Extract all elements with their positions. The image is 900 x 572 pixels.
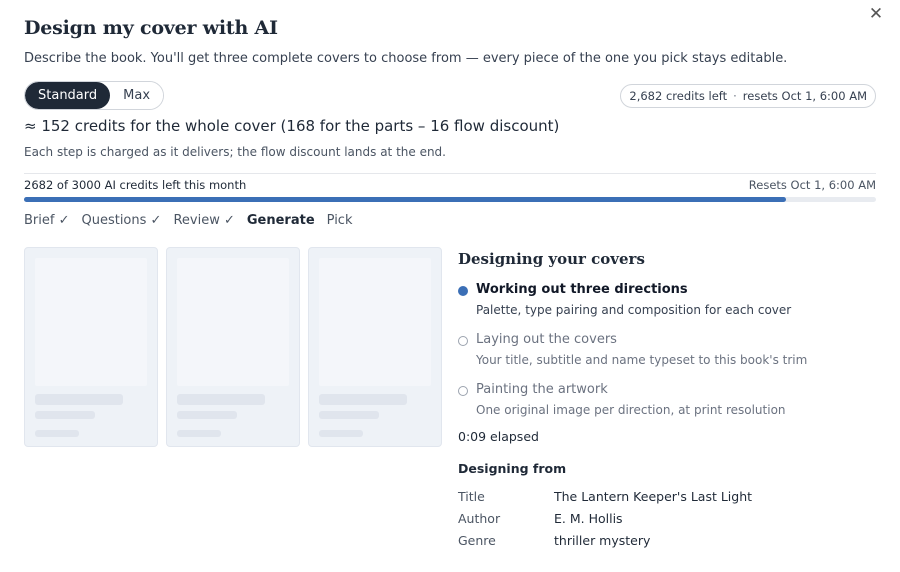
phase-title: Painting the artwork bbox=[476, 382, 608, 397]
design-cover-dialog: Design my cover with AI ✕ Describe the b… bbox=[0, 0, 900, 572]
cover-placeholder-3 bbox=[308, 247, 442, 447]
elapsed-time: 0:09 elapsed bbox=[458, 429, 539, 444]
detail-key: Title bbox=[458, 489, 485, 504]
skeleton-line bbox=[177, 411, 237, 419]
credit-estimate: ≈ 152 credits for the whole cover (168 f… bbox=[24, 117, 560, 135]
skeleton-line bbox=[35, 430, 79, 437]
step-generate: Generate bbox=[246, 213, 315, 228]
phase-description: Your title, subtitle and name typeset to… bbox=[476, 353, 808, 367]
detail-value: The Lantern Keeper's Last Light bbox=[554, 489, 753, 504]
active-dot-icon bbox=[458, 286, 468, 296]
skeleton-line bbox=[319, 430, 363, 437]
skeleton-line bbox=[177, 394, 265, 405]
cover-art-skeleton bbox=[319, 258, 431, 386]
progress-panel-title: Designing your covers bbox=[458, 250, 645, 268]
skeleton-line bbox=[35, 411, 95, 419]
designing-from-heading: Designing from bbox=[458, 461, 567, 476]
dialog-title: Design my cover with AI bbox=[24, 17, 278, 39]
cover-art-skeleton bbox=[35, 258, 147, 386]
credit-meter-fill bbox=[24, 197, 786, 202]
credit-estimate-note: Each step is charged as it delivers; the… bbox=[24, 145, 446, 159]
phase-title: Working out three directions bbox=[476, 282, 688, 297]
mode-max-button[interactable]: Max bbox=[110, 82, 164, 109]
divider bbox=[24, 173, 876, 174]
pending-dot-icon bbox=[458, 336, 468, 346]
skeleton-line bbox=[319, 394, 407, 405]
credits-separator: · bbox=[733, 89, 737, 103]
step-questions[interactable]: Questions ✓ bbox=[81, 213, 161, 228]
mode-toggle: Standard Max bbox=[24, 81, 165, 110]
credit-meter-resets: Resets Oct 1, 6:00 AM bbox=[748, 178, 876, 192]
mode-standard-button[interactable]: Standard bbox=[25, 82, 111, 109]
credits-resets-text: resets Oct 1, 6:00 AM bbox=[742, 89, 867, 103]
cover-placeholder-1 bbox=[24, 247, 158, 447]
cover-art-skeleton bbox=[177, 258, 289, 386]
credits-badge: 2,682 credits left · resets Oct 1, 6:00 AM bbox=[620, 84, 876, 108]
credits-left-text: 2,682 credits left bbox=[629, 89, 728, 103]
skeleton-line bbox=[35, 394, 123, 405]
wizard-steps: Brief ✓ Questions ✓ Review ✓ Generate Pi… bbox=[24, 213, 352, 228]
detail-key: Author bbox=[458, 511, 501, 526]
dialog-subtitle: Describe the book. You'll get three comp… bbox=[24, 51, 788, 66]
skeleton-line bbox=[319, 411, 379, 419]
detail-value: thriller mystery bbox=[554, 533, 651, 548]
detail-key: Genre bbox=[458, 533, 496, 548]
cover-placeholder-2 bbox=[166, 247, 300, 447]
phase-title: Laying out the covers bbox=[476, 332, 617, 347]
detail-value: E. M. Hollis bbox=[554, 511, 623, 526]
step-pick: Pick bbox=[326, 213, 353, 228]
pending-dot-icon bbox=[458, 386, 468, 396]
credit-meter-label: 2682 of 3000 AI credits left this month bbox=[24, 178, 247, 192]
credit-meter bbox=[24, 197, 876, 202]
step-brief[interactable]: Brief ✓ bbox=[24, 213, 69, 228]
skeleton-line bbox=[177, 430, 221, 437]
step-review[interactable]: Review ✓ bbox=[173, 213, 234, 228]
phase-description: One original image per direction, at pri… bbox=[476, 403, 786, 417]
phase-description: Palette, type pairing and composition fo… bbox=[476, 303, 792, 317]
close-icon[interactable]: ✕ bbox=[866, 4, 886, 24]
